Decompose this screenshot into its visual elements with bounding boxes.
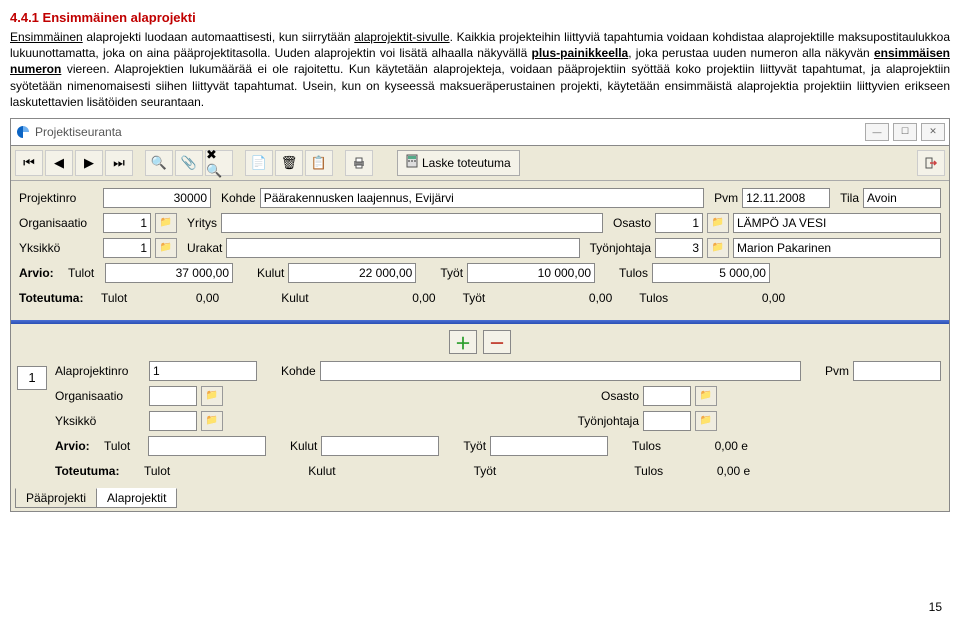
minimize-button[interactable]: — (865, 123, 889, 141)
exit-button[interactable] (917, 150, 945, 176)
label-kohde: Kohde (221, 191, 256, 205)
field-yritys[interactable] (221, 213, 603, 233)
pick-tyonjohtaja-button[interactable]: 📁 (707, 238, 729, 258)
value-tot-tyot: 0,00 (489, 289, 615, 307)
section-heading: 4.4.1 Ensimmäinen alaprojekti (10, 10, 950, 25)
copy-button[interactable]: 📋 (305, 150, 333, 176)
field-projektinro[interactable]: 30000 (103, 188, 211, 208)
add-subproject-button[interactable]: ＋ (449, 330, 477, 354)
pick-sub-yksikko-button[interactable]: 📁 (201, 411, 223, 431)
app-icon (15, 124, 31, 140)
pick-sub-organisaatio-button[interactable]: 📁 (201, 386, 223, 406)
field-urakat[interactable] (226, 238, 579, 258)
field-kohde[interactable]: Päärakennusken laajennus, Evijärvi (260, 188, 704, 208)
field-sub-arvio-tyot[interactable] (490, 436, 608, 456)
label-pvm: Pvm (714, 191, 738, 205)
field-sub-organisaatio[interactable] (149, 386, 197, 406)
window-title: Projektiseuranta (35, 125, 865, 139)
search-button[interactable]: 🔍 (145, 150, 173, 176)
cancel-search-button[interactable]: ✖🔍 (205, 150, 233, 176)
pick-organisaatio-button[interactable]: 📁 (155, 213, 177, 233)
titlebar: Projektiseuranta — ☐ ✕ (11, 119, 949, 146)
label-yksikko: Yksikkö (19, 241, 99, 255)
pick-yksikko-button[interactable]: 📁 (155, 238, 177, 258)
pick-osasto-button[interactable]: 📁 (707, 213, 729, 233)
field-sub-yksikko[interactable] (149, 411, 197, 431)
field-sub-osasto[interactable] (643, 386, 691, 406)
field-arvio-tulot[interactable]: 37 000,00 (105, 263, 233, 283)
label-organisaatio: Organisaatio (19, 216, 99, 230)
nav-last-button[interactable]: ⏭ (105, 150, 133, 176)
value-sub-arvio-tulos: 0,00 e (665, 437, 751, 455)
paragraph: Ensimmäinen alaprojekti luodaan automaat… (10, 29, 950, 110)
field-sub-kohde[interactable] (320, 361, 801, 381)
tab-alaprojektit[interactable]: Alaprojektit (96, 488, 177, 508)
field-yksikko[interactable]: 1 (103, 238, 151, 258)
tabs: Pääprojekti Alaprojektit (11, 489, 949, 511)
label-arvio: Arvio: (19, 266, 64, 280)
pick-sub-osasto-button[interactable]: 📁 (695, 386, 717, 406)
remove-subproject-button[interactable]: － (483, 330, 511, 354)
pick-sub-tyonjohtaja-button[interactable]: 📁 (695, 411, 717, 431)
label-toteutuma: Toteutuma: (19, 291, 97, 305)
field-sub-arvio-tulot[interactable] (148, 436, 266, 456)
delete-button[interactable]: 🗑 (275, 150, 303, 176)
tab-paaprojekti[interactable]: Pääprojekti (15, 488, 97, 508)
new-button[interactable]: 📄 (245, 150, 273, 176)
print-button[interactable] (345, 150, 373, 176)
field-osasto-name[interactable]: LÄMPÖ JA VESI (733, 213, 941, 233)
label-yritys: Yritys (187, 216, 217, 230)
calculator-icon (406, 154, 418, 171)
field-sub-arvio-kulut[interactable] (321, 436, 439, 456)
main-project-panel: Projektinro 30000 Kohde Päärakennusken l… (11, 181, 949, 316)
page-number: 15 (929, 600, 942, 614)
label-tyonjohtaja: Työnjohtaja (590, 241, 651, 255)
subproject-number-tab[interactable]: 1 (17, 366, 47, 390)
value-tot-tulot: 0,00 (131, 289, 222, 307)
nav-prev-button[interactable]: ◀ (45, 150, 73, 176)
nav-first-button[interactable]: ⏮ (15, 150, 43, 176)
field-tyonjohtaja[interactable]: 3 (655, 238, 703, 258)
field-pvm[interactable]: 12.11.2008 (742, 188, 830, 208)
field-sub-pvm[interactable] (853, 361, 941, 381)
app-window: Projektiseuranta — ☐ ✕ ⏮ ◀ ▶ ⏭ 🔍 📎 ✖🔍 📄 … (10, 118, 950, 512)
value-sub-tot-tulos: 0,00 e (667, 462, 753, 480)
toolbar: ⏮ ◀ ▶ ⏭ 🔍 📎 ✖🔍 📄 🗑 📋 Laske toteutuma (11, 146, 949, 181)
field-sub-tyonjohtaja[interactable] (643, 411, 691, 431)
label-tila: Tila (840, 191, 859, 205)
field-arvio-tulos[interactable]: 5 000,00 (652, 263, 770, 283)
close-button[interactable]: ✕ (921, 123, 945, 141)
value-tot-tulos: 0,00 (672, 289, 788, 307)
field-tyonjohtaja-name[interactable]: Marion Pakarinen (733, 238, 941, 258)
label-urakat: Urakat (187, 241, 222, 255)
value-tot-kulut: 0,00 (313, 289, 439, 307)
nav-next-button[interactable]: ▶ (75, 150, 103, 176)
field-organisaatio[interactable]: 1 (103, 213, 151, 233)
field-arvio-kulut[interactable]: 22 000,00 (288, 263, 416, 283)
attach-button[interactable]: 📎 (175, 150, 203, 176)
label-alaprojektinro: Alaprojektinro (55, 364, 145, 378)
field-osasto[interactable]: 1 (655, 213, 703, 233)
field-tila[interactable]: Avoin (863, 188, 941, 208)
label-osasto: Osasto (613, 216, 651, 230)
field-alaprojektinro[interactable]: 1 (149, 361, 257, 381)
maximize-button[interactable]: ☐ (893, 123, 917, 141)
subproject-panel: ＋ － 1 Alaprojektinro 1 Kohde Pvm Organis… (11, 324, 949, 489)
field-arvio-tyot[interactable]: 10 000,00 (467, 263, 595, 283)
label-projektinro: Projektinro (19, 191, 99, 205)
calculate-button[interactable]: Laske toteutuma (397, 150, 520, 176)
